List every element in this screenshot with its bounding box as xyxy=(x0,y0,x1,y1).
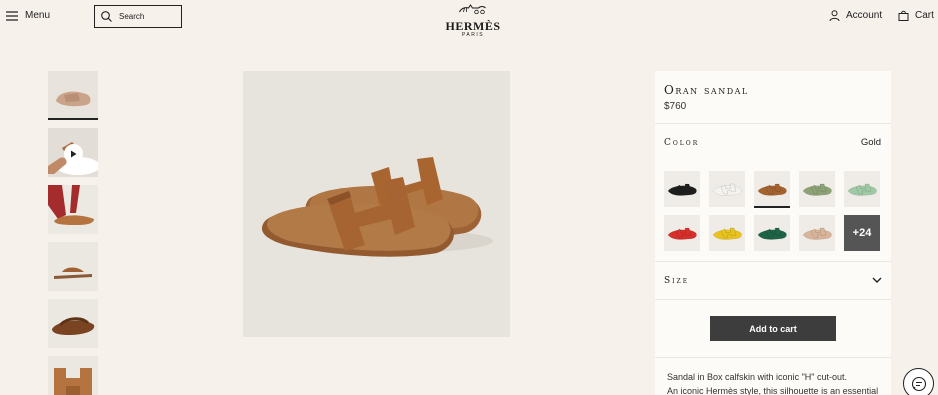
selected-color: Gold xyxy=(860,137,881,148)
product-title: Oran sandal xyxy=(664,83,749,97)
divider xyxy=(655,357,891,358)
logo-wordmark: HERMÈS xyxy=(445,19,501,33)
product-price: $760 xyxy=(664,101,687,112)
color-swatches: +24 xyxy=(664,171,882,251)
search-input[interactable] xyxy=(119,12,179,21)
user-icon xyxy=(829,10,840,21)
thumbnail-top-view[interactable] xyxy=(48,71,98,120)
bag-icon xyxy=(898,10,909,21)
size-label: Size xyxy=(664,276,690,286)
swatch-red-image xyxy=(667,227,697,240)
sandal-closeup-image xyxy=(48,356,98,395)
swatch-nude[interactable] xyxy=(799,215,835,251)
account-link[interactable]: Account xyxy=(829,10,882,21)
play-button[interactable] xyxy=(64,144,83,163)
divider xyxy=(655,299,891,300)
hermes-logo[interactable]: HERMÈS PARIS xyxy=(445,1,500,38)
swatch-green-image xyxy=(757,227,787,240)
hamburger-icon xyxy=(6,10,18,21)
thumbnail-video[interactable] xyxy=(48,128,98,177)
sandal-worn-image xyxy=(48,185,98,234)
chevron-down-icon[interactable] xyxy=(872,275,882,285)
thumbnail-sole[interactable] xyxy=(48,299,98,348)
chat-icon xyxy=(911,376,926,391)
thumbnail-list xyxy=(48,71,98,395)
search-icon xyxy=(101,11,112,22)
swatch-white[interactable] xyxy=(709,171,745,207)
oran-sandal-image xyxy=(243,71,510,337)
description-line: An iconic Hermès style, this silhouette … xyxy=(667,386,879,395)
swatch-gold-image xyxy=(757,183,787,196)
more-colors-button[interactable]: +24 xyxy=(844,215,880,251)
thumbnail-closeup[interactable] xyxy=(48,356,98,395)
menu-button[interactable]: Menu xyxy=(6,10,50,21)
cart-label: Cart xyxy=(915,10,934,21)
play-icon xyxy=(71,150,77,157)
swatch-yellow-image xyxy=(712,227,742,240)
menu-label: Menu xyxy=(25,10,51,21)
thumbnail-worn[interactable] xyxy=(48,185,98,234)
thumbnail-side[interactable] xyxy=(48,242,98,291)
swatch-black[interactable] xyxy=(664,171,700,207)
color-label: Color xyxy=(664,138,700,148)
cart-link[interactable]: Cart xyxy=(898,10,934,21)
main-product-image[interactable] xyxy=(243,71,510,337)
product-description: Sandal in Box calfskin with iconic "H" c… xyxy=(667,370,882,395)
swatch-red[interactable] xyxy=(664,215,700,251)
product-panel: Oran sandal $760 Color Gold +24 Size Add… xyxy=(655,71,891,395)
swatch-gold[interactable] xyxy=(754,171,790,208)
chat-button[interactable] xyxy=(903,368,934,395)
divider xyxy=(655,261,891,262)
carriage-logo-icon xyxy=(458,4,486,15)
swatch-mint-image xyxy=(847,183,877,196)
add-to-cart-button[interactable]: Add to cart xyxy=(710,316,836,341)
search-box[interactable] xyxy=(94,5,182,28)
swatch-green[interactable] xyxy=(754,215,790,251)
swatch-sage[interactable] xyxy=(799,171,835,207)
sandal-sole-image xyxy=(48,299,98,348)
sandal-top-image xyxy=(48,71,98,118)
swatch-mint[interactable] xyxy=(844,171,880,207)
swatch-nude-image xyxy=(802,227,832,240)
swatch-black-image xyxy=(667,183,697,196)
swatch-white-image xyxy=(712,183,742,196)
description-line: Sandal in Box calfskin with iconic "H" c… xyxy=(667,372,847,382)
swatch-yellow[interactable] xyxy=(709,215,745,251)
account-label: Account xyxy=(846,10,883,21)
swatch-sage-image xyxy=(802,183,832,196)
sandal-side-image xyxy=(48,242,98,291)
divider xyxy=(655,123,891,124)
